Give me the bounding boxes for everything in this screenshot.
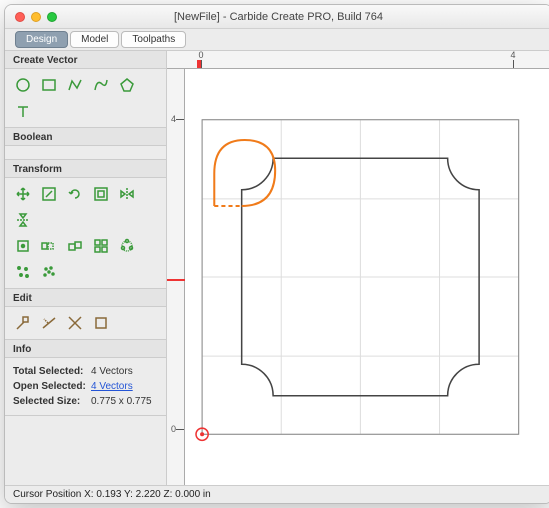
info-open-selected-link[interactable]: 4 Vectors: [91, 381, 133, 392]
circle-tool-icon[interactable]: [13, 75, 33, 95]
array-grid-icon[interactable]: [91, 236, 111, 256]
curve-tool-icon[interactable]: [91, 75, 111, 95]
ruler-x-0: 0: [198, 51, 203, 60]
point-cloud-icon[interactable]: [13, 262, 33, 282]
titlebar: [NewFile] - Carbide Create PRO, Build 76…: [5, 5, 549, 29]
ruler-y-4: 4: [171, 114, 176, 124]
info-selected-size-value: 0.775 x 0.775: [91, 396, 152, 407]
offset-tool-icon[interactable]: [91, 184, 111, 204]
section-info: Info: [5, 340, 166, 358]
scale-tool-icon[interactable]: [39, 184, 59, 204]
drawing-svg[interactable]: [185, 69, 549, 485]
group-icon[interactable]: [65, 236, 85, 256]
array-linear-icon[interactable]: [39, 236, 59, 256]
statusbar: Cursor Position X: 0.193 Y: 2.220 Z: 0.0…: [5, 485, 549, 503]
cursor-position: Cursor Position X: 0.193 Y: 2.220 Z: 0.0…: [13, 489, 211, 500]
info-total-selected-value: 4 Vectors: [91, 366, 133, 377]
text-tool-icon[interactable]: [13, 101, 33, 121]
ruler-horizontal: 0 4: [167, 51, 549, 69]
rectangle-tool-icon[interactable]: [39, 75, 59, 95]
info-open-selected-label: Open Selected:: [13, 381, 91, 392]
drawing-viewport: [185, 69, 549, 485]
cut-tool-icon[interactable]: [65, 313, 85, 333]
ruler-vertical: 4 0: [167, 69, 185, 485]
array-circular-icon[interactable]: [117, 236, 137, 256]
trim-tool-icon[interactable]: [39, 313, 59, 333]
section-edit: Edit: [5, 289, 166, 307]
polyline-tool-icon[interactable]: [65, 75, 85, 95]
info-total-selected-label: Total Selected:: [13, 366, 91, 377]
spray-icon[interactable]: [39, 262, 59, 282]
tab-design[interactable]: Design: [15, 31, 68, 48]
section-boolean: Boolean: [5, 128, 166, 146]
tab-model[interactable]: Model: [70, 31, 119, 48]
polygon-tool-icon[interactable]: [117, 75, 137, 95]
section-create-vector: Create Vector: [5, 51, 166, 69]
rotate-tool-icon[interactable]: [65, 184, 85, 204]
align-tool-icon[interactable]: [13, 236, 33, 256]
selected-open-vectors: [214, 140, 275, 206]
info-selected-size-label: Selected Size:: [13, 396, 91, 407]
section-transform: Transform: [5, 160, 166, 178]
move-tool-icon[interactable]: [13, 184, 33, 204]
window-title: [NewFile] - Carbide Create PRO, Build 76…: [5, 11, 549, 23]
mode-tabbar: Design Model Toolpaths: [5, 29, 549, 51]
corner-tool-icon[interactable]: [91, 313, 111, 333]
mirror-v-icon[interactable]: [13, 210, 33, 230]
canvas-area[interactable]: 0 4 4 0: [167, 51, 549, 485]
node-edit-icon[interactable]: [13, 313, 33, 333]
ruler-y-0: 0: [171, 424, 176, 434]
tab-toolpaths[interactable]: Toolpaths: [121, 31, 186, 48]
mirror-h-icon[interactable]: [117, 184, 137, 204]
left-sidebar: Create Vector Boolean Transform: [5, 51, 167, 485]
ruler-x-4: 4: [510, 51, 515, 60]
